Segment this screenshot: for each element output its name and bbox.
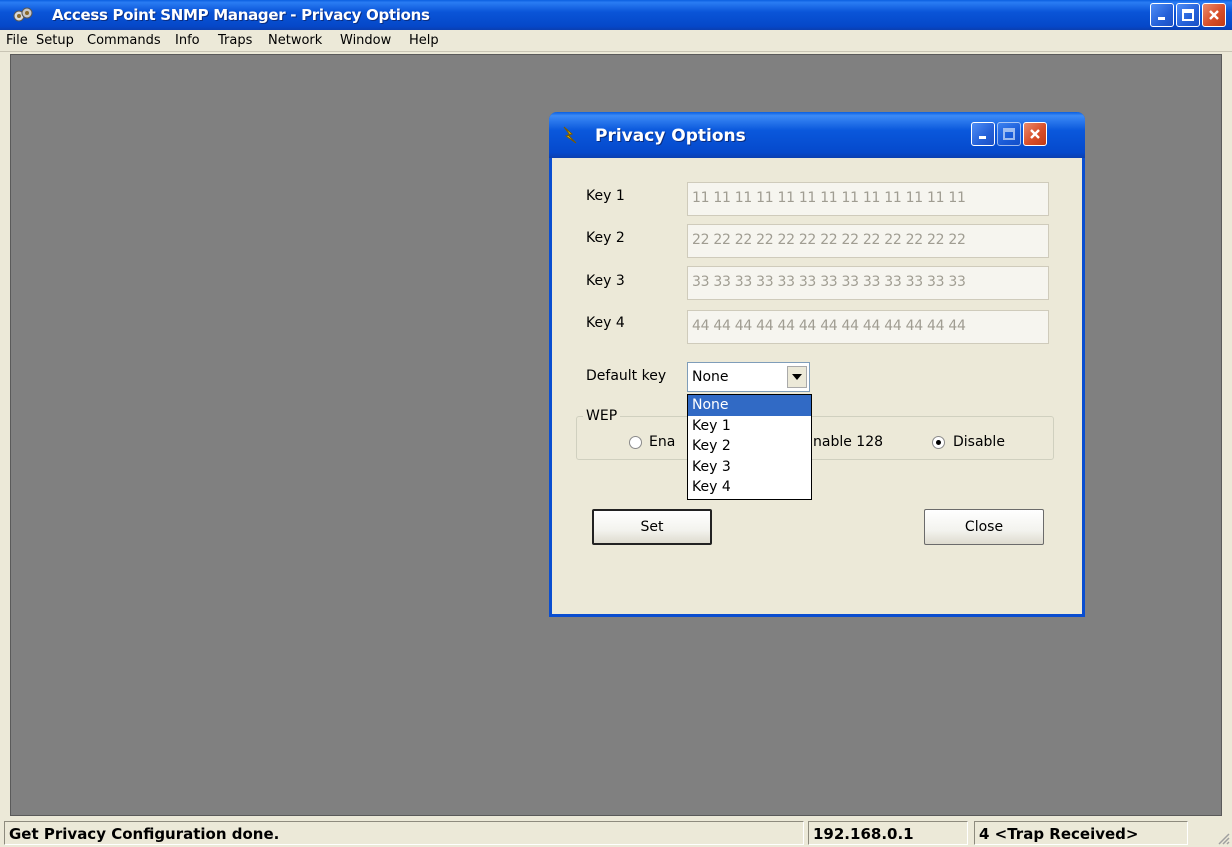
dropdown-option-key1[interactable]: Key 1 <box>688 416 811 437</box>
enable128-label[interactable]: nable 128 <box>813 434 883 450</box>
dialog-titlebar[interactable]: Privacy Options <box>549 112 1085 158</box>
close-button[interactable]: Close <box>924 509 1044 545</box>
dialog-minimize-button[interactable] <box>971 122 995 146</box>
default-key-label: Default key <box>586 368 667 384</box>
menu-network[interactable]: Network <box>268 33 322 48</box>
key4-field[interactable]: 44 44 44 44 44 44 44 44 44 44 44 44 44 <box>687 310 1049 344</box>
disable-label[interactable]: Disable <box>953 434 1005 450</box>
dropdown-arrow-button[interactable] <box>787 366 807 388</box>
key1-field[interactable]: 11 11 11 11 11 11 11 11 11 11 11 11 11 <box>687 182 1049 216</box>
menu-setup[interactable]: Setup <box>36 33 74 48</box>
minimize-icon <box>979 136 986 139</box>
default-key-select[interactable]: None <box>687 362 810 392</box>
statusbar: Get Privacy Configuration done. 192.168.… <box>0 817 1232 847</box>
menu-traps[interactable]: Traps <box>218 33 252 48</box>
menubar: File Setup Commands Info Traps Network W… <box>0 30 1232 52</box>
status-message: Get Privacy Configuration done. <box>4 821 804 845</box>
close-icon <box>1209 10 1219 20</box>
menu-commands[interactable]: Commands <box>87 33 161 48</box>
key2-field[interactable]: 22 22 22 22 22 22 22 22 22 22 22 22 22 <box>687 224 1049 258</box>
dialog-close-button[interactable] <box>1023 122 1047 146</box>
dropdown-option-none[interactable]: None <box>688 395 811 416</box>
wep-groupbox: WEP Ena nable 128 Disable <box>576 408 1054 460</box>
disable-radio[interactable] <box>932 436 945 449</box>
lightning-icon <box>561 125 579 150</box>
default-key-value: None <box>692 369 729 385</box>
maximize-button[interactable] <box>1176 3 1200 27</box>
minimize-button[interactable] <box>1150 3 1174 27</box>
chevron-down-icon <box>792 374 802 380</box>
close-icon <box>1030 129 1040 139</box>
menu-window[interactable]: Window <box>340 33 391 48</box>
window-title: Access Point SNMP Manager - Privacy Opti… <box>52 6 430 24</box>
app-icon <box>12 6 34 24</box>
dialog-body: Key 1 11 11 11 11 11 11 11 11 11 11 11 1… <box>552 158 1082 617</box>
key2-label: Key 2 <box>586 230 625 246</box>
close-window-button[interactable] <box>1202 3 1226 27</box>
default-key-dropdown-list: None Key 1 Key 2 Key 3 Key 4 <box>687 394 812 500</box>
enable64-radio[interactable] <box>629 436 642 449</box>
main-titlebar[interactable]: Access Point SNMP Manager - Privacy Opti… <box>0 0 1232 30</box>
key3-label: Key 3 <box>586 273 625 289</box>
enable64-label[interactable]: Ena <box>649 434 675 450</box>
maximize-icon <box>1182 9 1194 21</box>
key1-label: Key 1 <box>586 188 625 204</box>
resize-grip-icon[interactable] <box>1216 831 1230 845</box>
dropdown-option-key4[interactable]: Key 4 <box>688 477 811 498</box>
dropdown-option-key2[interactable]: Key 2 <box>688 436 811 457</box>
minimize-icon <box>1158 17 1165 20</box>
dialog-maximize-button <box>997 122 1021 146</box>
maximize-icon <box>1003 128 1015 140</box>
status-traps: 4 <Trap Received> <box>974 821 1188 845</box>
dropdown-option-key3[interactable]: Key 3 <box>688 457 811 478</box>
menu-file[interactable]: File <box>6 33 28 48</box>
key3-field[interactable]: 33 33 33 33 33 33 33 33 33 33 33 33 33 <box>687 266 1049 300</box>
privacy-options-dialog: Privacy Options Key 1 11 11 11 11 11 11 … <box>549 112 1085 617</box>
dialog-title: Privacy Options <box>595 126 746 146</box>
status-ip: 192.168.0.1 <box>808 821 968 845</box>
key4-label: Key 4 <box>586 315 625 331</box>
wep-legend: WEP <box>583 408 621 424</box>
main-window: Access Point SNMP Manager - Privacy Opti… <box>0 0 1232 847</box>
menu-info[interactable]: Info <box>175 33 200 48</box>
menu-help[interactable]: Help <box>409 33 439 48</box>
set-button[interactable]: Set <box>592 509 712 545</box>
